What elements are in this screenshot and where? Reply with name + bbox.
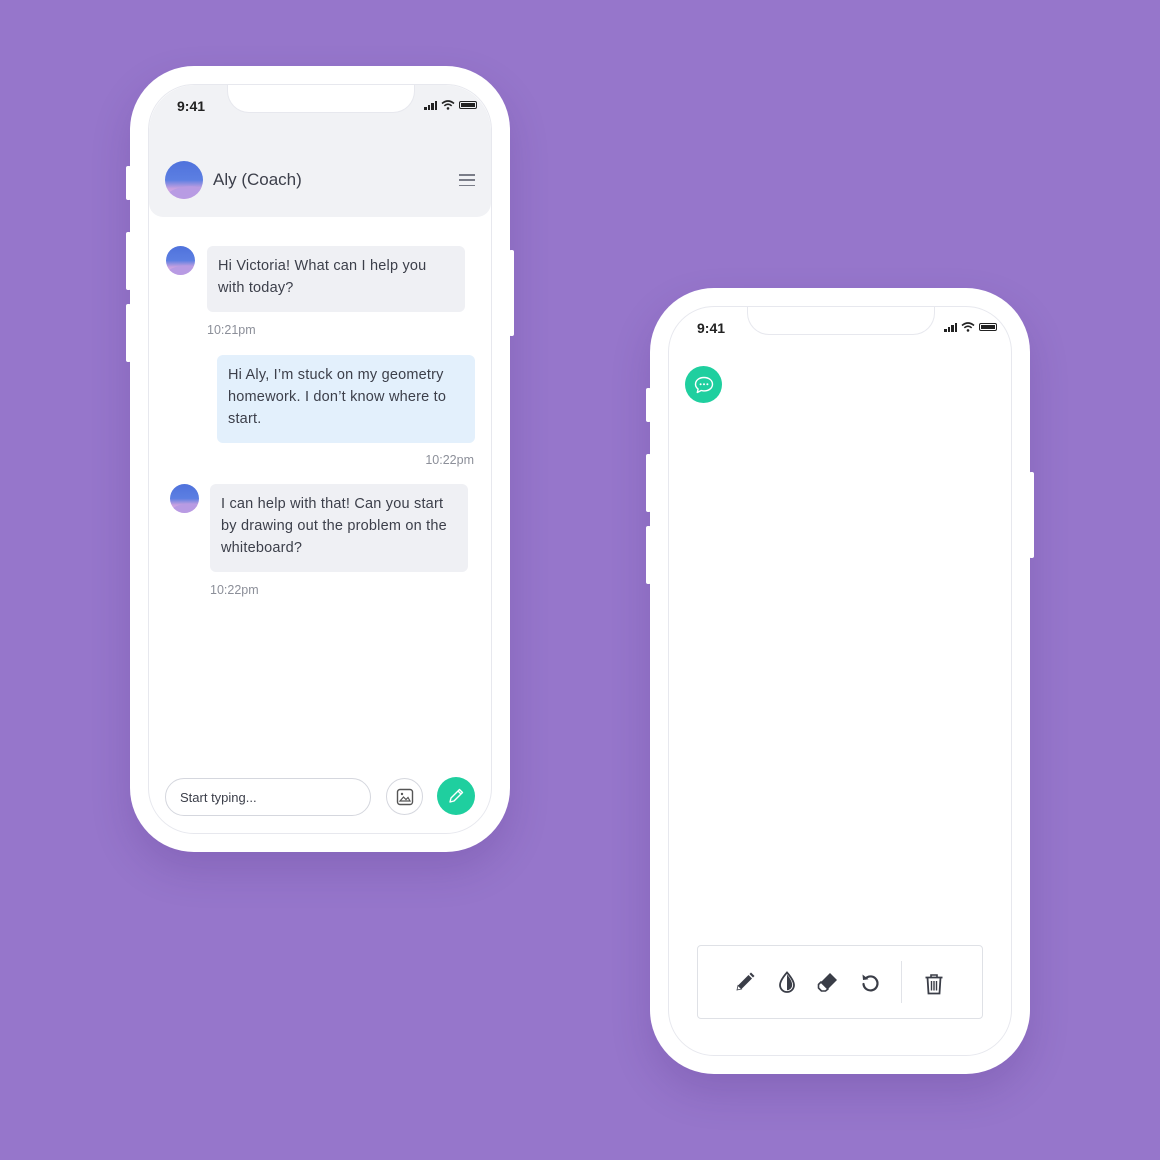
coach-avatar-small (166, 246, 195, 275)
side-button (646, 526, 651, 584)
side-button (646, 454, 651, 512)
color-tool[interactable] (773, 968, 801, 996)
open-chat-button[interactable] (685, 366, 722, 403)
image-icon (396, 788, 413, 805)
side-button (126, 166, 131, 200)
toolbar-divider (901, 961, 902, 1003)
chat-bubble-icon (694, 376, 713, 393)
coach-name: Aly (Coach) (213, 170, 302, 189)
whiteboard-button[interactable] (437, 777, 475, 815)
wifi-icon (961, 322, 975, 332)
whiteboard-phone-frame: 9:41 (650, 288, 1030, 1074)
user-message-bubble: Hi Aly, I’m stuck on my geometry homewor… (217, 355, 475, 443)
image-upload-button[interactable] (386, 778, 423, 815)
eraser-tool[interactable] (814, 968, 842, 996)
coach-message-bubble: I can help with that! Can you start by d… (210, 484, 468, 572)
message-time: 10:22pm (210, 583, 259, 597)
eraser-icon (817, 973, 837, 992)
notch (227, 85, 415, 113)
side-button (1029, 472, 1034, 558)
signal-icon (424, 100, 437, 110)
status-icons (424, 100, 477, 110)
status-time: 9:41 (177, 98, 206, 114)
status-icons (944, 322, 997, 332)
trash-icon (925, 974, 943, 995)
status-bar: 9:41 (149, 85, 491, 135)
hamburger-menu-icon[interactable] (459, 174, 475, 186)
coach-avatar[interactable] (165, 161, 203, 199)
notch (747, 307, 935, 335)
pencil-tool[interactable] (731, 968, 759, 996)
message-time: 10:22pm (425, 453, 474, 467)
side-button (126, 304, 131, 362)
coach-avatar-small (170, 484, 199, 513)
undo-tool[interactable] (856, 968, 884, 996)
pencil-icon (449, 788, 464, 803)
side-button (126, 232, 131, 290)
message-time: 10:21pm (207, 323, 256, 337)
signal-icon (944, 322, 957, 332)
undo-icon (862, 974, 879, 992)
battery-icon (459, 101, 477, 109)
wifi-icon (441, 100, 455, 110)
whiteboard-toolbar (697, 945, 983, 1019)
status-bar: 9:41 (669, 307, 1011, 357)
delete-tool[interactable] (920, 970, 948, 998)
side-button (509, 250, 514, 336)
battery-icon (979, 323, 997, 331)
pencil-icon (736, 972, 755, 991)
coach-message-bubble: Hi Victoria! What can I help you with to… (207, 246, 465, 312)
chat-phone-frame: 9:41 Aly (Coach) Hi Victoria! What can I… (130, 66, 510, 852)
message-input[interactable]: Start typing... (165, 778, 371, 816)
chat-screen: 9:41 Aly (Coach) Hi Victoria! What can I… (148, 84, 492, 834)
side-button (646, 388, 651, 422)
status-time: 9:41 (697, 320, 726, 336)
ink-drop-icon (779, 971, 795, 993)
whiteboard-screen: 9:41 (668, 306, 1012, 1056)
